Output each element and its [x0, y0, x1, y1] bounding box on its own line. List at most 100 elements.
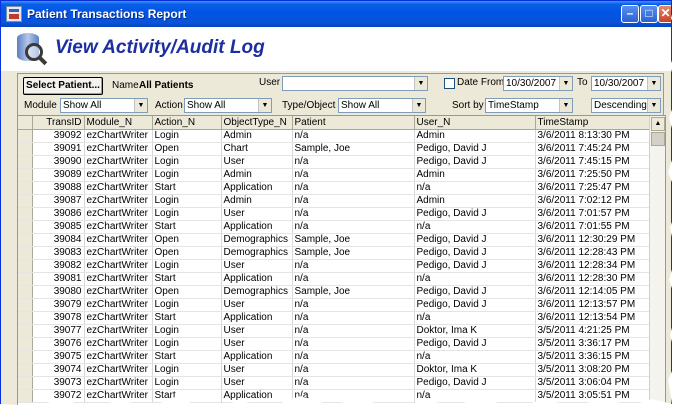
page-header: View Activity/Audit Log: [1, 27, 671, 71]
table-cell: ezChartWriter: [84, 285, 153, 299]
table-row[interactable]: 39089 ezChartWriter Login Admin n/a Admin 3/6/…: [18, 168, 652, 182]
sort-by-select[interactable]: TimeStamp ▼: [485, 98, 573, 113]
row-selector[interactable]: [18, 272, 33, 286]
table-row[interactable]: 39085 ezChartWriter Start Application n/a n/a…: [18, 220, 652, 234]
table-row[interactable]: 39084 ezChartWriter Open Demographics Sample…: [18, 233, 652, 247]
table-row[interactable]: 39087 ezChartWriter Login Admin n/a Admin 3/6/…: [18, 194, 652, 208]
row-selector[interactable]: [18, 324, 33, 338]
table-cell: ezChartWriter: [84, 324, 153, 338]
column-header[interactable]: Action_N: [152, 116, 222, 130]
table-row[interactable]: 39090 ezChartWriter Login User n/a Pedigo, Da…: [18, 155, 652, 169]
table-row[interactable]: 39092 ezChartWriter Login Admin n/a Admin 3/6/…: [18, 129, 652, 143]
table-row[interactable]: 39078 ezChartWriter Start Application n/a n/a…: [18, 311, 652, 325]
table-cell: 39079: [32, 298, 85, 312]
column-header[interactable]: TimeStamp: [535, 116, 652, 130]
table-cell: 39076: [32, 337, 85, 351]
table-row[interactable]: 39080 ezChartWriter Open Demographics Sample…: [18, 285, 652, 299]
row-selector[interactable]: [18, 337, 33, 351]
row-selector[interactable]: [18, 207, 33, 221]
table-cell: Admin: [414, 129, 536, 143]
row-selector[interactable]: [18, 350, 33, 364]
table-row[interactable]: 39073 ezChartWriter Login User n/a Pedigo, Da…: [18, 376, 652, 390]
table-cell: ezChartWriter: [84, 363, 153, 377]
row-selector[interactable]: [18, 246, 33, 260]
audit-log-table[interactable]: TransID Module_N Action_N ObjectType_N P…: [17, 115, 666, 409]
table-cell: ezChartWriter: [84, 259, 153, 273]
table-row[interactable]: 39088 ezChartWriter Start Application n/a n/a…: [18, 181, 652, 195]
row-selector[interactable]: [18, 194, 33, 208]
row-selector[interactable]: [18, 285, 33, 299]
sort-order-select[interactable]: Descending ▼: [591, 98, 661, 113]
row-selector[interactable]: [18, 233, 33, 247]
row-selector[interactable]: [18, 376, 33, 390]
row-selector[interactable]: [18, 363, 33, 377]
row-selector[interactable]: [18, 155, 33, 169]
table-row[interactable]: 39077 ezChartWriter Login User n/a Doktor, Im…: [18, 324, 652, 338]
table-cell: 39081: [32, 272, 85, 286]
row-selector[interactable]: [18, 259, 33, 273]
table-cell: 3/6/2011 7:25:50 PM: [535, 168, 652, 182]
column-header[interactable]: ObjectType_N: [221, 116, 293, 130]
select-patient-button[interactable]: Select Patient...: [23, 77, 103, 95]
table-cell: Application: [221, 272, 293, 286]
table-row[interactable]: 39074 ezChartWriter Login User n/a Doktor, Im…: [18, 363, 652, 377]
row-selector[interactable]: [18, 168, 33, 182]
table-cell: Admin: [221, 194, 293, 208]
table-cell: Application: [221, 389, 293, 403]
table-row[interactable]: 39086 ezChartWriter Login User n/a Pedigo, Da…: [18, 207, 652, 221]
module-select[interactable]: Show All ▼: [60, 98, 148, 113]
column-header[interactable]: TransID: [32, 116, 85, 130]
action-value: Show All: [187, 100, 226, 111]
close-button[interactable]: ✕: [658, 5, 671, 23]
row-selector[interactable]: [18, 298, 33, 312]
row-selector[interactable]: [18, 220, 33, 234]
date-from-checkbox[interactable]: [444, 78, 455, 89]
table-cell: 39083: [32, 246, 85, 260]
table-cell: Demographics: [221, 233, 293, 247]
type-object-select[interactable]: Show All ▼: [338, 98, 426, 113]
maximize-button[interactable]: □: [640, 5, 658, 23]
table-row[interactable]: 39083 ezChartWriter Open Demographics Sample…: [18, 246, 652, 260]
user-select[interactable]: ▼: [282, 76, 428, 91]
title-bar[interactable]: Patient Transactions Report – □ ✕: [1, 1, 671, 27]
table-row[interactable]: 39082 ezChartWriter Login User n/a Pedigo, Da…: [18, 259, 652, 273]
row-selector[interactable]: [18, 389, 33, 403]
column-header[interactable]: Module_N: [84, 116, 153, 130]
table-cell: Login: [152, 376, 222, 390]
table-cell: ezChartWriter: [84, 207, 153, 221]
table-cell: n/a: [292, 168, 415, 182]
table-cell: n/a: [292, 129, 415, 143]
module-value: Show All: [63, 100, 102, 111]
column-header[interactable]: User_N: [414, 116, 536, 130]
scroll-up-icon[interactable]: ▲: [651, 117, 665, 131]
table-row[interactable]: 39081 ezChartWriter Start Application n/a n/a…: [18, 272, 652, 286]
table-row[interactable]: 39091 ezChartWriter Open Chart Sample, Joe Pe…: [18, 142, 652, 156]
table-row[interactable]: 39079 ezChartWriter Login User n/a Pedigo, Da…: [18, 298, 652, 312]
scroll-thumb[interactable]: [651, 132, 665, 146]
table-cell: n/a: [414, 350, 536, 364]
table-row[interactable]: 39075 ezChartWriter Start Application n/a n/a…: [18, 350, 652, 364]
table-cell: ezChartWriter: [84, 233, 153, 247]
table-cell: Application: [221, 350, 293, 364]
table-cell: Login: [152, 207, 222, 221]
table-cell: n/a: [292, 350, 415, 364]
date-to-picker[interactable]: 10/30/2007 ▼: [591, 76, 661, 91]
row-selector[interactable]: [18, 181, 33, 195]
date-from-picker[interactable]: 10/30/2007 ▼: [503, 76, 573, 91]
column-header[interactable]: Patient: [292, 116, 415, 130]
action-select[interactable]: Show All ▼: [184, 98, 272, 113]
chevron-down-icon: ▼: [647, 99, 660, 112]
table-cell: User: [221, 324, 293, 338]
date-from-label: Date From: [457, 77, 505, 88]
row-selector[interactable]: [18, 129, 33, 143]
table-cell: Admin: [414, 194, 536, 208]
table-row[interactable]: 39072 ezChartWriter Start Application n/a n/a…: [18, 389, 652, 403]
row-selector[interactable]: [18, 311, 33, 325]
table-row[interactable]: 39076 ezChartWriter Login User n/a Pedigo, Da…: [18, 337, 652, 351]
table-cell: n/a: [414, 220, 536, 234]
row-selector[interactable]: [18, 142, 33, 156]
minimize-button[interactable]: –: [621, 5, 639, 23]
vertical-scrollbar[interactable]: ▲: [649, 116, 665, 409]
table-cell: 3/6/2011 12:13:54 PM: [535, 311, 652, 325]
table-cell: 39085: [32, 220, 85, 234]
